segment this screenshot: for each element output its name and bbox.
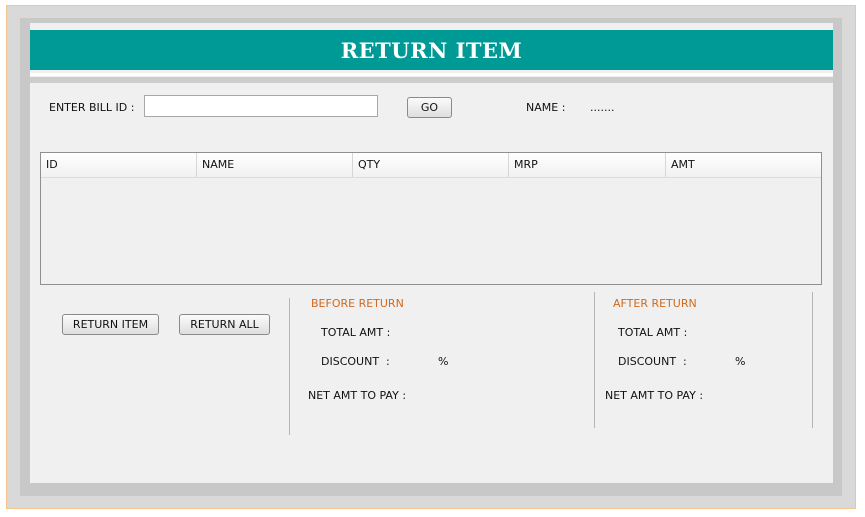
column-header-name[interactable]: NAME xyxy=(197,153,353,177)
bill-id-input[interactable] xyxy=(144,95,378,117)
customer-name-label: NAME : xyxy=(526,101,566,114)
before-total-amt-label: TOTAL AMT : xyxy=(321,326,391,339)
column-header-amt[interactable]: AMT xyxy=(666,153,821,177)
before-discount-percent: % xyxy=(438,355,449,368)
table-header: ID NAME QTY MRP AMT xyxy=(41,153,821,178)
bill-id-label: ENTER BILL ID : xyxy=(49,101,135,114)
after-net-amt-label: NET AMT TO PAY : xyxy=(605,389,704,402)
column-header-qty[interactable]: QTY xyxy=(353,153,509,177)
before-discount-label: DISCOUNT : xyxy=(321,355,390,368)
section-divider xyxy=(812,292,813,428)
items-table[interactable]: ID NAME QTY MRP AMT xyxy=(40,152,822,285)
after-total-amt-label: TOTAL AMT : xyxy=(618,326,688,339)
section-divider xyxy=(594,292,595,428)
column-header-id[interactable]: ID xyxy=(41,153,197,177)
return-all-button[interactable]: RETURN ALL xyxy=(179,314,270,335)
page-title: RETURN ITEM xyxy=(340,37,523,63)
title-banner: RETURN ITEM xyxy=(30,30,833,70)
after-return-title: AFTER RETURN xyxy=(613,297,697,310)
go-button[interactable]: GO xyxy=(407,97,452,118)
customer-name-value: ....... xyxy=(590,101,615,114)
after-discount-percent: % xyxy=(735,355,746,368)
column-header-mrp[interactable]: MRP xyxy=(509,153,666,177)
section-divider xyxy=(289,298,290,435)
after-discount-label: DISCOUNT : xyxy=(618,355,687,368)
before-net-amt-label: NET AMT TO PAY : xyxy=(308,389,407,402)
divider xyxy=(30,73,833,76)
return-item-button[interactable]: RETURN ITEM xyxy=(62,314,159,335)
before-return-title: BEFORE RETURN xyxy=(311,297,404,310)
